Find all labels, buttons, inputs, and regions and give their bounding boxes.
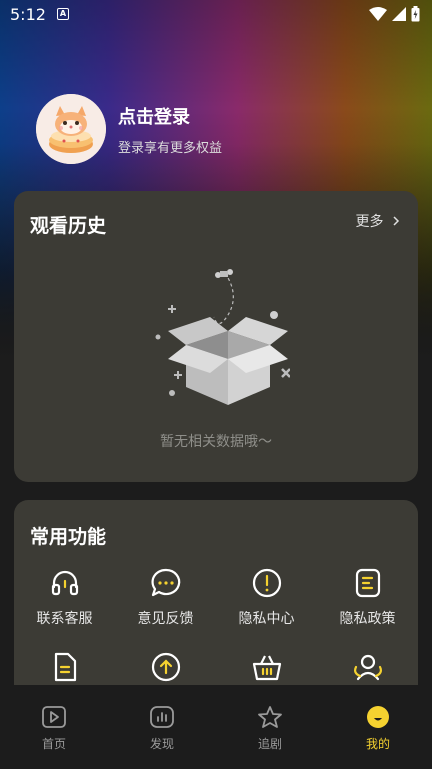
battery-icon — [411, 6, 420, 22]
tab-label: 首页 — [41, 737, 66, 751]
tab-discover[interactable]: 发现 — [108, 685, 216, 769]
login-profile[interactable]: 点击登录 登录享有更多权益 — [36, 94, 222, 164]
upload-circle-icon — [149, 650, 183, 684]
alert-circle-icon — [250, 566, 284, 600]
status-icons — [369, 6, 420, 22]
bottom-tab-bar: 首页 发现 追剧 我的 — [0, 685, 432, 769]
star-icon — [258, 706, 282, 728]
headset-icon — [48, 566, 82, 600]
smile-face-icon — [367, 706, 389, 728]
basket-icon — [250, 650, 284, 684]
more-label[interactable]: 更多 — [356, 214, 384, 230]
document-lines-icon — [351, 566, 385, 600]
document-icon — [48, 650, 82, 684]
wifi-icon — [369, 7, 387, 21]
tab-label: 我的 — [365, 737, 390, 751]
history-title: 观看历史 — [30, 215, 107, 237]
functions-title: 常用功能 — [30, 526, 107, 548]
tab-label: 追剧 — [257, 737, 282, 751]
chevron-right-icon — [393, 216, 400, 226]
cat-cake-avatar-icon — [36, 94, 106, 164]
play-square-icon — [42, 706, 66, 728]
tab-home[interactable]: 首页 — [0, 685, 108, 769]
status-time: 5:12 — [10, 5, 46, 24]
empty-box-illustration — [155, 269, 290, 405]
tab-following[interactable]: 追剧 — [216, 685, 324, 769]
login-title[interactable]: 点击登录 — [118, 103, 222, 129]
chart-square-icon — [150, 706, 174, 728]
users-icon — [351, 650, 385, 684]
tab-mine[interactable]: 我的 — [324, 685, 432, 769]
tab-label: 发现 — [149, 737, 174, 751]
func-label: 联系客服 — [36, 611, 93, 627]
login-text[interactable]: 点击登录 登录享有更多权益 — [118, 103, 222, 156]
func-contact-support[interactable]: 联系客服 — [14, 566, 115, 628]
empty-state-text: 暂无相关数据哦～ — [160, 434, 272, 450]
func-privacy-center[interactable]: 隐私中心 — [216, 566, 317, 628]
notification-icon: A — [57, 8, 69, 20]
func-label: 隐私中心 — [238, 611, 295, 627]
func-label: 意见反馈 — [137, 611, 194, 627]
func-label: 隐私政策 — [339, 611, 396, 627]
status-bar: 5:12 A — [0, 0, 432, 30]
chat-bubble-icon — [149, 566, 183, 600]
avatar[interactable] — [36, 94, 106, 164]
login-subtitle: 登录享有更多权益 — [118, 140, 223, 156]
func-feedback[interactable]: 意见反馈 — [115, 566, 216, 628]
history-more-link[interactable]: 更多 — [356, 211, 400, 231]
functions-grid: 联系客服 意见反馈 隐私中心 隐私政策 — [14, 566, 418, 692]
func-privacy-policy[interactable]: 隐私政策 — [317, 566, 418, 628]
watch-history-card: 观看历史 更多 暂无相关数据哦～ — [14, 191, 418, 482]
signal-icon — [392, 7, 406, 21]
